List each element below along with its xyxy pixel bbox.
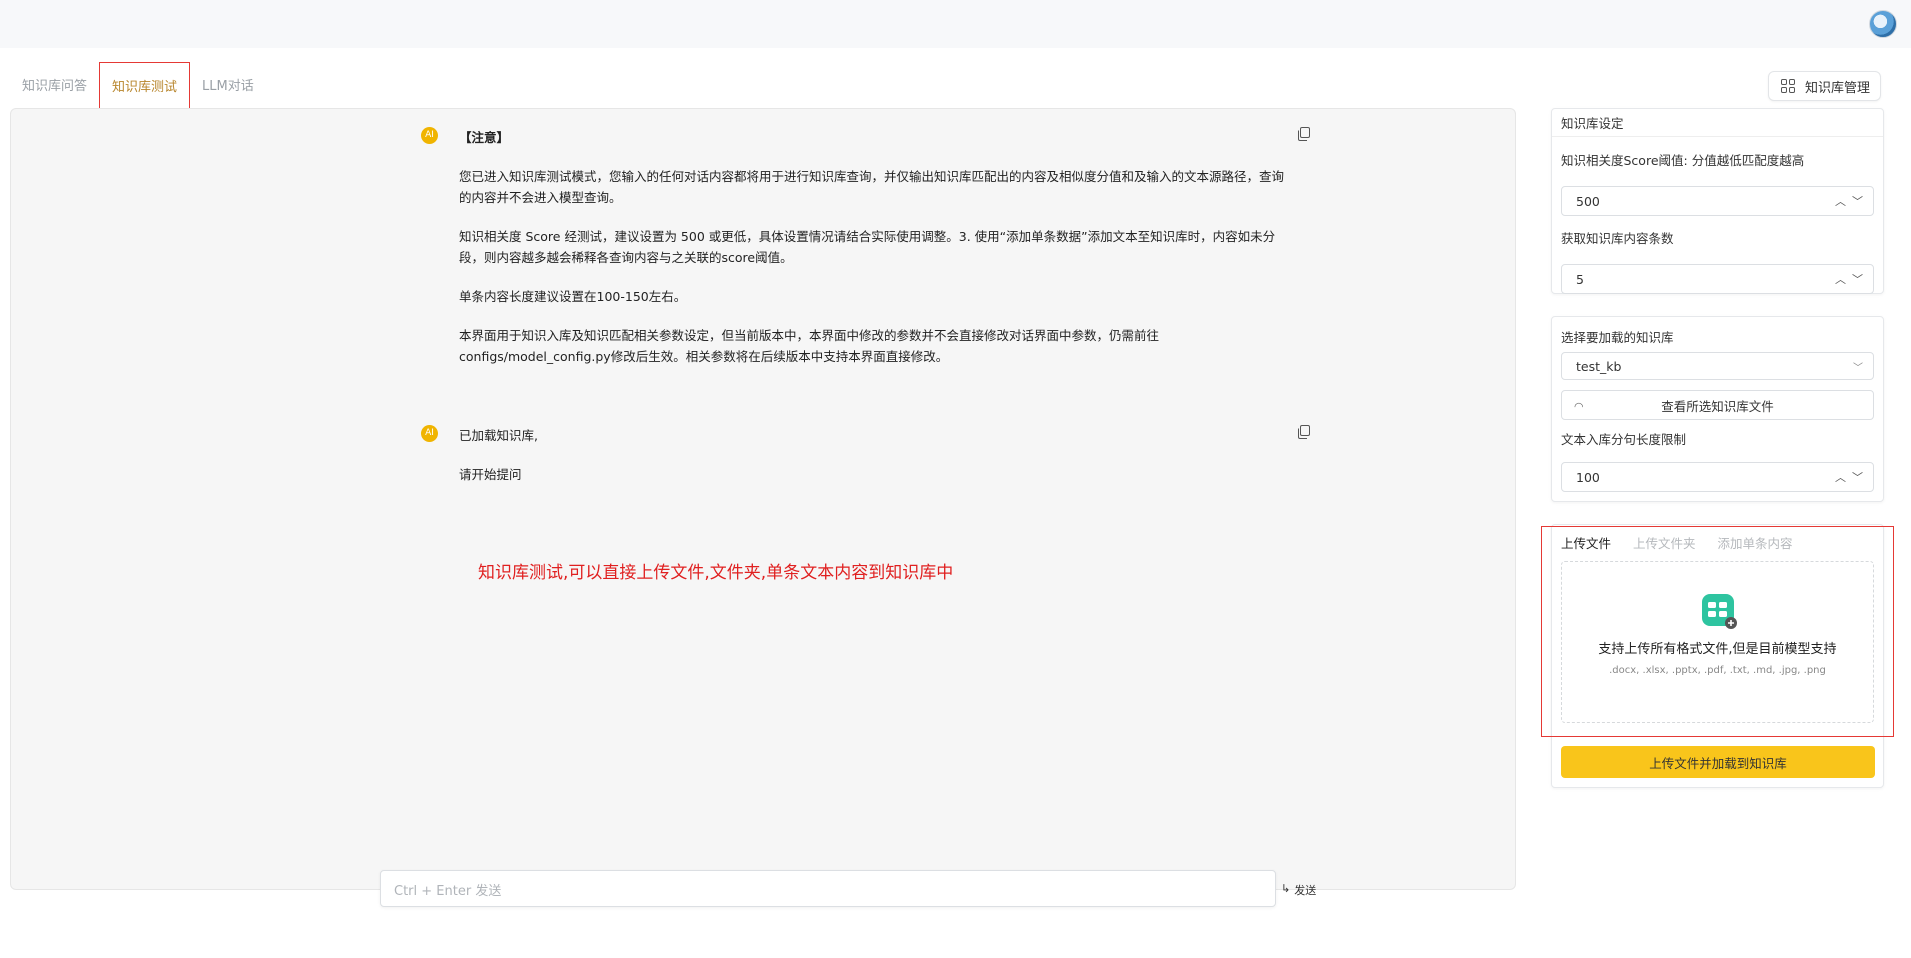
- message-paragraph: 【注意】: [459, 130, 510, 145]
- chunk-input[interactable]: 100 ︿ ﹀: [1561, 462, 1874, 492]
- upload-and-load-button[interactable]: 上传文件并加载到知识库: [1561, 746, 1875, 778]
- decrement-icon[interactable]: ﹀: [1852, 193, 1863, 209]
- score-label: 知识相关度Score阈值: 分值越低匹配度越高: [1561, 153, 1805, 168]
- ai-avatar-badge: AI: [421, 127, 438, 144]
- chevron-down-icon: ﹀: [1853, 362, 1863, 374]
- kb-manage-button[interactable]: 知识库管理: [1768, 71, 1881, 101]
- chat-message: AI 【注意】 您已进入知识库测试模式，您输入的任何对话内容都将用于进行知识库查…: [421, 127, 1311, 385]
- enter-icon: ↳: [1281, 882, 1291, 895]
- chunk-value: 100: [1576, 469, 1600, 485]
- chat-panel: AI 【注意】 您已进入知识库测试模式，您输入的任何对话内容都将用于进行知识库查…: [10, 108, 1516, 890]
- kb-settings-card: 知识库设定 知识相关度Score阈值: 分值越低匹配度越高 500 ︿ ﹀ 获取知…: [1551, 108, 1884, 294]
- count-value: 5: [1576, 271, 1584, 287]
- kb-select-value: test_kb: [1576, 358, 1622, 374]
- view-kb-files-button[interactable]: ◠ 查看所选知识库文件: [1561, 390, 1874, 420]
- eye-icon: ◠: [1574, 400, 1584, 413]
- chat-message: AI 已加载知识库, 请开始提问: [421, 425, 1311, 503]
- score-input[interactable]: 500 ︿ ﹀: [1561, 186, 1874, 216]
- card-title: 知识库设定: [1552, 109, 1883, 137]
- annotation-text: 知识库测试,可以直接上传文件,文件夹,单条文本内容到知识库中: [478, 563, 954, 583]
- send-label: 发送: [1294, 884, 1317, 897]
- message-body: 【注意】 您已进入知识库测试模式，您输入的任何对话内容都将用于进行知识库查询，并…: [459, 127, 1289, 367]
- increment-icon[interactable]: ︿: [1835, 193, 1846, 209]
- top-bar: [0, 0, 1911, 48]
- message-paragraph: 已加载知识库,: [459, 428, 538, 443]
- tab-llm-chat[interactable]: LLM对话: [190, 62, 266, 112]
- ai-avatar-badge: AI: [421, 425, 438, 442]
- kb-select-label: 选择要加载的知识库: [1561, 330, 1674, 345]
- tab-kb-test[interactable]: 知识库测试: [99, 62, 191, 112]
- send-button[interactable]: ↳ 发送: [1281, 882, 1316, 898]
- tab-kb-qa[interactable]: 知识库问答: [10, 62, 99, 112]
- chat-input[interactable]: Ctrl + Enter 发送: [380, 870, 1276, 907]
- chunk-label: 文本入库分句长度限制: [1561, 432, 1687, 447]
- count-input[interactable]: 5 ︿ ﹀: [1561, 264, 1874, 294]
- copy-icon[interactable]: [1297, 127, 1311, 141]
- view-files-label: 查看所选知识库文件: [1661, 398, 1774, 414]
- highlight-box: [1541, 526, 1894, 737]
- decrement-icon[interactable]: ﹀: [1852, 469, 1863, 485]
- message-paragraph: 请开始提问: [459, 467, 522, 482]
- mode-tabs: 知识库问答 知识库测试 LLM对话: [10, 62, 266, 112]
- increment-icon[interactable]: ︿: [1835, 469, 1846, 485]
- increment-icon[interactable]: ︿: [1835, 271, 1846, 287]
- kb-select-dropdown[interactable]: test_kb ﹀: [1561, 352, 1874, 380]
- message-paragraph: 单条内容长度建议设置在100-150左右。: [459, 289, 687, 304]
- score-value: 500: [1576, 193, 1600, 209]
- message-paragraph: 您已进入知识库测试模式，您输入的任何对话内容都将用于进行知识库查询，并仅输出知识…: [459, 169, 1285, 205]
- kb-select-card: 选择要加载的知识库 test_kb ﹀ ◠ 查看所选知识库文件 文本入库分句长度…: [1551, 316, 1884, 502]
- message-paragraph: 本界面用于知识入库及知识匹配相关参数设定，但当前版本中，本界面中修改的参数并不会…: [459, 328, 1160, 364]
- grid-icon: [1781, 79, 1795, 93]
- kb-manage-label: 知识库管理: [1805, 80, 1871, 96]
- message-body: 已加载知识库, 请开始提问: [459, 425, 1289, 485]
- message-paragraph: 知识相关度 Score 经测试，建议设置为 500 或更低，具体设置情况请结合实…: [459, 229, 1276, 265]
- copy-icon[interactable]: [1297, 425, 1311, 439]
- user-avatar[interactable]: [1869, 10, 1897, 38]
- count-label: 获取知识库内容条数: [1561, 231, 1674, 246]
- decrement-icon[interactable]: ﹀: [1852, 271, 1863, 287]
